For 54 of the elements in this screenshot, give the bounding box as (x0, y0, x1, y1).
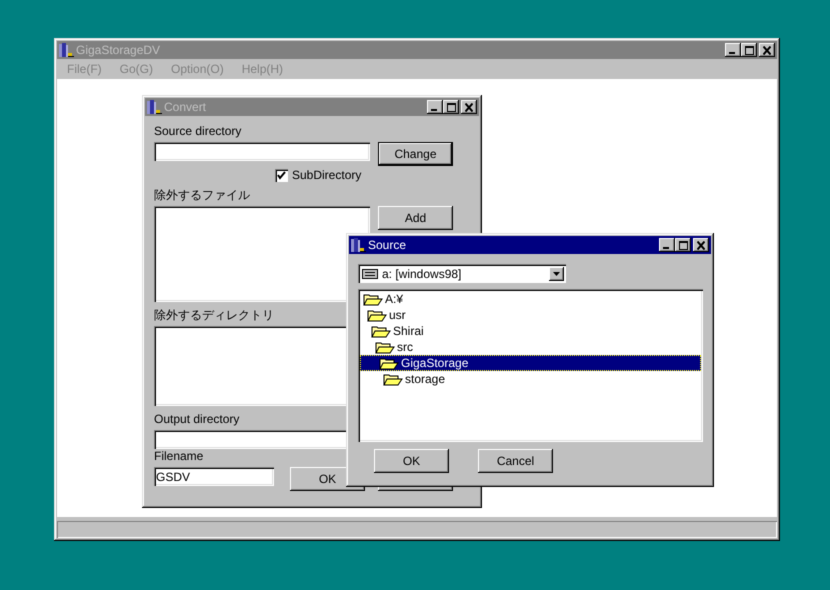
close-icon (763, 46, 771, 54)
tree-item[interactable]: GigaStorage (360, 355, 701, 371)
minimize-icon (729, 52, 735, 54)
tree-item[interactable]: A:¥ (360, 291, 701, 307)
folder-icon (371, 324, 391, 338)
check-icon (277, 170, 286, 180)
folder-icon (367, 308, 387, 322)
folder-icon (363, 292, 383, 306)
close-button[interactable] (759, 43, 775, 57)
button[interactable]: OK (374, 449, 449, 473)
field-label: Output directory (154, 412, 240, 426)
input-field[interactable]: GSDV (154, 467, 274, 486)
close-button[interactable] (461, 100, 477, 114)
drive-dropdown[interactable]: a: [windows98] (358, 264, 566, 283)
checkbox[interactable]: SubDirectory (275, 168, 362, 182)
maximize-button[interactable] (675, 238, 691, 252)
tree-item[interactable]: storage (360, 371, 701, 387)
minimize-button[interactable] (659, 238, 675, 252)
minimize-button[interactable] (725, 43, 741, 57)
folder-tree[interactable]: A:¥ usr Shirai src GigaStorage storage (358, 289, 703, 442)
button[interactable]: Cancel (478, 449, 553, 473)
maximize-button[interactable] (741, 43, 757, 57)
app-icon (58, 43, 74, 57)
folder-icon (383, 372, 403, 386)
window-title: Source (368, 238, 408, 252)
app-icon (350, 238, 366, 252)
minimize-button[interactable] (427, 100, 443, 114)
maximize-icon (446, 102, 456, 112)
field-label: 除外するファイル (154, 188, 250, 202)
tree-item[interactable]: usr (360, 307, 701, 323)
window-title: Convert (164, 100, 208, 114)
maximize-button[interactable] (443, 100, 459, 114)
tree-item[interactable]: src (360, 339, 701, 355)
folder-icon (379, 356, 399, 370)
list-box[interactable] (154, 206, 370, 302)
button[interactable]: Add (378, 206, 453, 230)
tree-item[interactable]: Shirai (360, 323, 701, 339)
app-icon (146, 100, 162, 114)
maximize-icon (744, 46, 754, 54)
minimize-icon (663, 247, 669, 249)
close-icon (697, 240, 705, 250)
folder-icon (375, 340, 395, 354)
button[interactable]: Change (378, 142, 453, 166)
close-button[interactable] (693, 238, 709, 252)
caret-icon (553, 272, 560, 276)
close-icon (465, 102, 473, 112)
field-label: Source directory (154, 124, 242, 138)
input-field[interactable] (154, 142, 370, 161)
minimize-icon (431, 109, 437, 111)
drive-icon (362, 268, 378, 278)
field-label: 除外するディレクトリ (154, 308, 274, 322)
window-title: GigaStorageDV (76, 43, 162, 57)
field-label: Filename (154, 449, 204, 463)
maximize-icon (678, 240, 688, 250)
